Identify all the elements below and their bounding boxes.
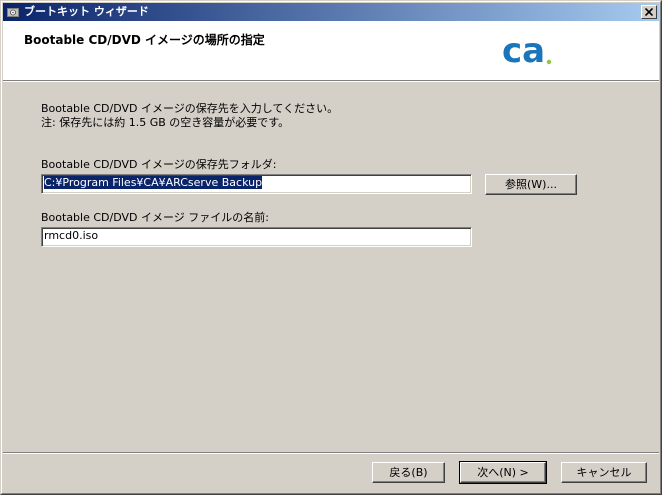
filename-value: rmcd0.iso bbox=[44, 229, 99, 242]
close-icon bbox=[645, 8, 653, 16]
instruction-line-2: 注: 保存先には約 1.5 GB の空き容量が必要です。 bbox=[41, 116, 290, 129]
ca-logo: ca bbox=[502, 33, 552, 67]
folder-path-input[interactable]: C:¥Program Files¥CA¥ARCserve Backup bbox=[41, 174, 472, 194]
page-title: Bootable CD/DVD イメージの場所の指定 bbox=[24, 33, 265, 47]
title-bar[interactable]: ブートキット ウィザード bbox=[3, 3, 659, 21]
cancel-button[interactable]: キャンセル bbox=[561, 462, 647, 483]
filename-input[interactable]: rmcd0.iso bbox=[41, 227, 472, 247]
filename-label: Bootable CD/DVD イメージ ファイルの名前: bbox=[41, 211, 269, 224]
logo-text: ca bbox=[502, 33, 545, 67]
next-button[interactable]: 次へ(N) > bbox=[459, 461, 547, 484]
footer-divider-highlight bbox=[3, 453, 659, 454]
wizard-header: Bootable CD/DVD イメージの場所の指定 ca bbox=[3, 21, 659, 80]
window-title: ブートキット ウィザード bbox=[24, 5, 149, 18]
header-divider-highlight bbox=[3, 81, 659, 82]
folder-path-value: C:¥Program Files¥CA¥ARCserve Backup bbox=[44, 176, 263, 189]
folder-label: Bootable CD/DVD イメージの保存先フォルダ: bbox=[41, 158, 277, 171]
browse-button[interactable]: 参照(W)... bbox=[485, 174, 577, 195]
close-button[interactable] bbox=[641, 5, 657, 19]
wizard-window: ブートキット ウィザード Bootable CD/DVD イメージの場所の指定 … bbox=[0, 0, 662, 495]
app-icon bbox=[6, 5, 20, 19]
back-button[interactable]: 戻る(B) bbox=[372, 462, 445, 483]
